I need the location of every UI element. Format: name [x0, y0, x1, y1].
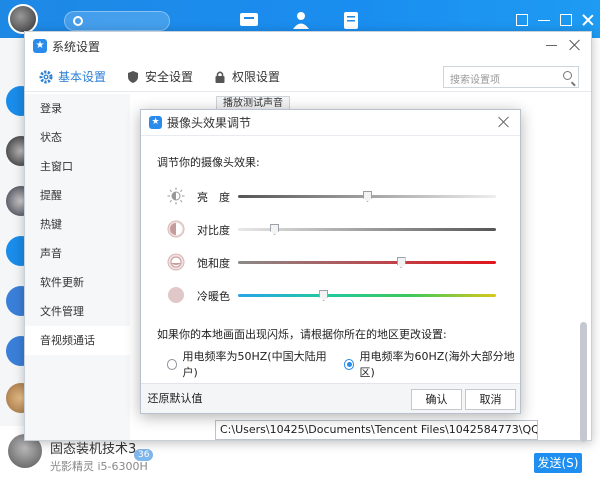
brightness-row: 亮 度 [167, 186, 497, 206]
tab-security-settings[interactable]: 安全设置 [126, 68, 193, 85]
radio-60hz[interactable] [343, 358, 355, 370]
nav-item-file-management[interactable]: 文件管理 [25, 297, 130, 326]
avatar[interactable] [8, 4, 38, 34]
temperature-icon [168, 287, 184, 303]
brightness-icon [167, 187, 185, 205]
slider-thumb[interactable] [363, 191, 372, 202]
photo-path-field[interactable]: C:\Users\10425\Documents\Tencent Files\1… [215, 420, 538, 440]
slider-label: 亮 度 [197, 191, 230, 204]
tab-label: 安全设置 [145, 70, 194, 84]
space-icon[interactable] [340, 10, 362, 30]
slider-thumb[interactable] [270, 224, 280, 235]
dialog-titlebar: ★ 摄像头效果调节 [141, 110, 520, 136]
settings-title: 系统设置 [52, 39, 101, 54]
saturation-slider[interactable] [238, 257, 496, 268]
brightness-slider[interactable] [238, 191, 496, 202]
confirm-button[interactable]: 确认 [411, 389, 462, 410]
contrast-slider[interactable] [238, 224, 496, 235]
dialog-footer: 还原默认值 确认 取消 [141, 383, 520, 413]
lock-icon [215, 71, 225, 83]
send-button[interactable]: 发送(S) [534, 453, 582, 473]
close-icon[interactable] [498, 116, 510, 128]
contacts-icon[interactable] [290, 10, 312, 30]
search-icon[interactable] [563, 71, 572, 80]
flicker-hint: 如果你的本地画面出现闪烁，请根据你所在的地区更改设置: [157, 328, 447, 341]
saturation-row: 饱和度 [167, 252, 497, 272]
skin-icon[interactable] [516, 14, 528, 26]
nav-item-hotkey[interactable]: 热键 [25, 210, 130, 239]
tab-label: 权限设置 [232, 70, 281, 84]
qq-logo-icon: ★ [33, 39, 47, 53]
qq-search-box[interactable] [64, 11, 170, 31]
temperature-row: 冷暖色 [167, 285, 497, 305]
qq-logo-icon: ★ [149, 116, 162, 129]
tab-label: 基本设置 [58, 70, 107, 84]
cancel-button[interactable]: 取消 [465, 389, 516, 410]
maximize-icon[interactable] [560, 14, 572, 26]
settings-titlebar: ★ 系统设置 [25, 32, 591, 60]
nav-item-login[interactable]: 登录 [25, 94, 130, 123]
tab-permission-settings[interactable]: 权限设置 [213, 68, 280, 85]
restore-defaults-button[interactable]: 还原默认值 [147, 389, 203, 410]
message-icon[interactable] [238, 10, 260, 30]
minimize-icon[interactable] [546, 39, 557, 46]
nav-item-av-call[interactable]: 音视频通话 [25, 326, 130, 355]
shield-icon [128, 70, 139, 83]
slider-label: 饱和度 [197, 257, 230, 270]
qq-contact-strip [0, 38, 36, 481]
saturation-icon [167, 253, 185, 271]
frequency-radio-group: 用电频率为50HZ(中国大陆用户) 用电频率为60HZ(海外大部分地区) [167, 348, 520, 380]
camera-adjust-dialog: ★ 摄像头效果调节 调节你的摄像头效果: 亮 度 对比度 饱和度 冷暖色 如果你… [140, 109, 521, 414]
nav-item-software-update[interactable]: 软件更新 [25, 268, 130, 297]
nav-item-main-window[interactable]: 主窗口 [25, 152, 130, 181]
radio-50hz[interactable] [167, 358, 178, 370]
settings-search-input[interactable]: 搜索设置项 [443, 66, 579, 88]
search-placeholder: 搜索设置项 [450, 75, 500, 86]
effect-label: 调节你的摄像头效果: [157, 156, 260, 169]
search-icon [73, 16, 83, 26]
slider-label: 冷暖色 [197, 290, 230, 303]
settings-nav: 登录 状态 主窗口 提醒 热键 声音 软件更新 文件管理 音视频通话 [25, 94, 130, 440]
contrast-icon [167, 220, 185, 238]
settings-tabs: 基本设置 安全设置 权限设置 搜索设置项 [25, 62, 591, 92]
contrast-row: 对比度 [167, 219, 497, 239]
close-icon[interactable] [569, 39, 581, 51]
nav-item-reminder[interactable]: 提醒 [25, 181, 130, 210]
radio-60hz-label[interactable]: 用电频率为60HZ(海外大部分地区) [359, 348, 520, 380]
slider-label: 对比度 [197, 224, 230, 237]
temperature-slider[interactable] [238, 290, 496, 301]
tab-basic-settings[interactable]: 基本设置 [39, 68, 106, 85]
contact-subtitle: 光影精灵 i5-6300H [50, 460, 148, 473]
minimize-icon[interactable] [538, 14, 550, 21]
gear-icon [39, 70, 53, 83]
slider-thumb[interactable] [396, 257, 406, 268]
radio-50hz-label[interactable]: 用电频率为50HZ(中国大陆用户) [182, 348, 332, 380]
nav-item-sound[interactable]: 声音 [25, 239, 130, 268]
slider-thumb[interactable] [319, 290, 329, 301]
unread-badge: 36 [134, 449, 154, 461]
close-icon[interactable] [582, 14, 594, 26]
nav-item-status[interactable]: 状态 [25, 123, 130, 152]
dialog-title: 摄像头效果调节 [167, 116, 252, 130]
scrollbar[interactable] [580, 322, 587, 442]
